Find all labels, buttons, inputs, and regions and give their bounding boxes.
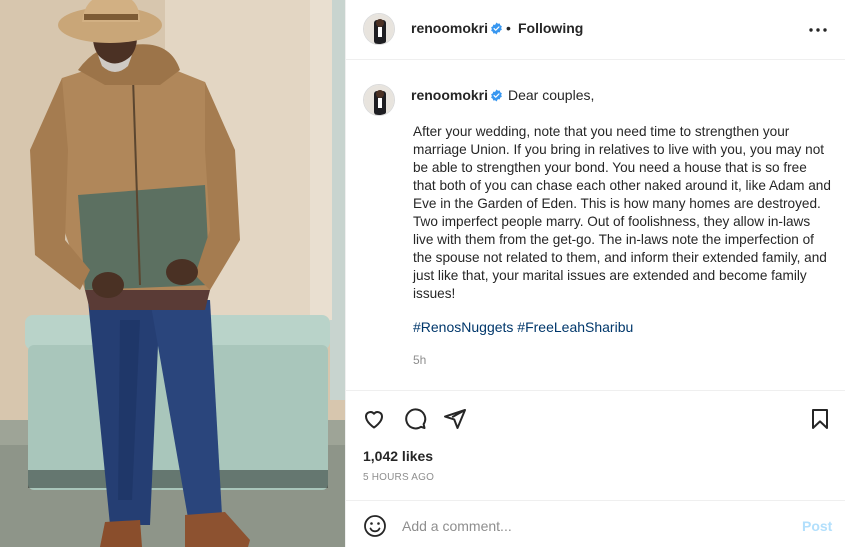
post-header: renoomokri • Following	[346, 0, 845, 60]
post-photo[interactable]	[0, 0, 345, 547]
likes-count[interactable]: 1,042 likes	[363, 448, 433, 464]
more-options-icon	[809, 28, 827, 32]
hashtag-link[interactable]: #RenosNuggets	[413, 319, 513, 335]
like-button[interactable]	[360, 405, 388, 433]
emoji-button[interactable]	[363, 514, 387, 538]
save-button[interactable]	[806, 405, 834, 433]
heart-icon	[365, 411, 383, 429]
header-separator: •	[506, 20, 511, 36]
caption-greeting: Dear couples,	[508, 87, 595, 103]
following-button[interactable]: Following	[518, 20, 583, 36]
comment-button[interactable]	[401, 405, 429, 433]
caption-body: After your wedding, note that you need t…	[413, 124, 831, 301]
caption-avatar[interactable]	[363, 84, 395, 116]
verified-badge-icon	[491, 89, 502, 102]
caption-username[interactable]: renoomokri	[411, 87, 503, 103]
post-photo-image	[0, 0, 345, 547]
verified-badge-icon	[491, 22, 502, 35]
share-button[interactable]	[441, 405, 469, 433]
emoji-icon	[364, 515, 386, 537]
caption-username-text[interactable]: renoomokri	[411, 87, 488, 103]
posted-time: 5 HOURS AGO	[363, 472, 435, 483]
avatar[interactable]	[363, 13, 395, 45]
header-username-text[interactable]: renoomokri	[411, 20, 488, 36]
post-panel: renoomokri • Following renoomokri Dear c…	[345, 0, 845, 547]
caption-time: 5h	[413, 353, 427, 367]
bookmark-icon	[812, 409, 828, 429]
hashtag-link[interactable]: #FreeLeahSharibu	[517, 319, 633, 335]
comment-icon	[405, 408, 427, 430]
comment-bar: Post	[346, 500, 845, 547]
hashtags: #RenosNuggets #FreeLeahSharibu	[413, 319, 633, 335]
share-icon	[444, 409, 466, 429]
header-username[interactable]: renoomokri	[411, 20, 503, 36]
more-options-button[interactable]	[806, 18, 830, 42]
caption-area: renoomokri Dear couples, After your wedd…	[346, 60, 845, 390]
post-comment-button[interactable]: Post	[802, 518, 832, 534]
comment-input[interactable]	[402, 515, 782, 537]
action-bar	[346, 390, 845, 446]
